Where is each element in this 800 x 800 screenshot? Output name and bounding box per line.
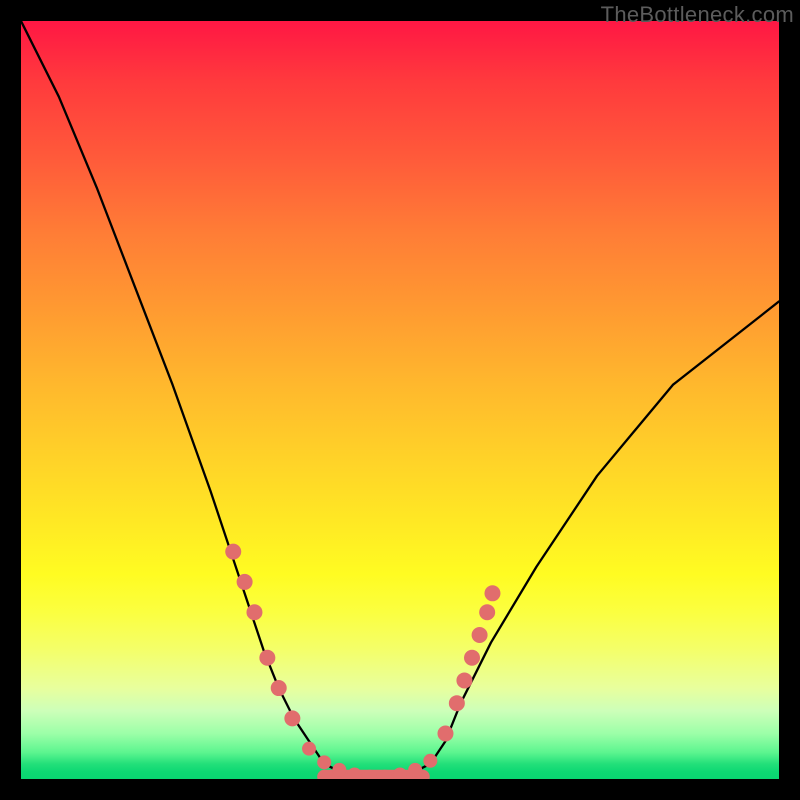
curve-marker (408, 763, 422, 777)
curve-marker (348, 767, 362, 779)
curve-marker (271, 680, 287, 696)
curve-marker (423, 754, 437, 768)
curve-marker (456, 672, 472, 688)
curve-marker (302, 742, 316, 756)
curve-marker (484, 585, 500, 601)
curve-marker (237, 574, 253, 590)
curve-marker (449, 695, 465, 711)
curve-marker (259, 650, 275, 666)
curve-marker (437, 726, 453, 742)
curve-marker (225, 544, 241, 560)
curve-marker (464, 650, 480, 666)
curve-markers (225, 544, 500, 779)
plot-area (21, 21, 779, 779)
curve-marker (472, 627, 488, 643)
curve-marker (479, 604, 495, 620)
outer-frame: TheBottleneck.com (0, 0, 800, 800)
chart-svg (21, 21, 779, 779)
curve-marker (393, 767, 407, 779)
bottleneck-curve (21, 21, 779, 779)
curve-marker (332, 763, 346, 777)
curve-marker (284, 710, 300, 726)
curve-marker (246, 604, 262, 620)
curve-marker (317, 755, 331, 769)
watermark-text: TheBottleneck.com (601, 2, 794, 28)
